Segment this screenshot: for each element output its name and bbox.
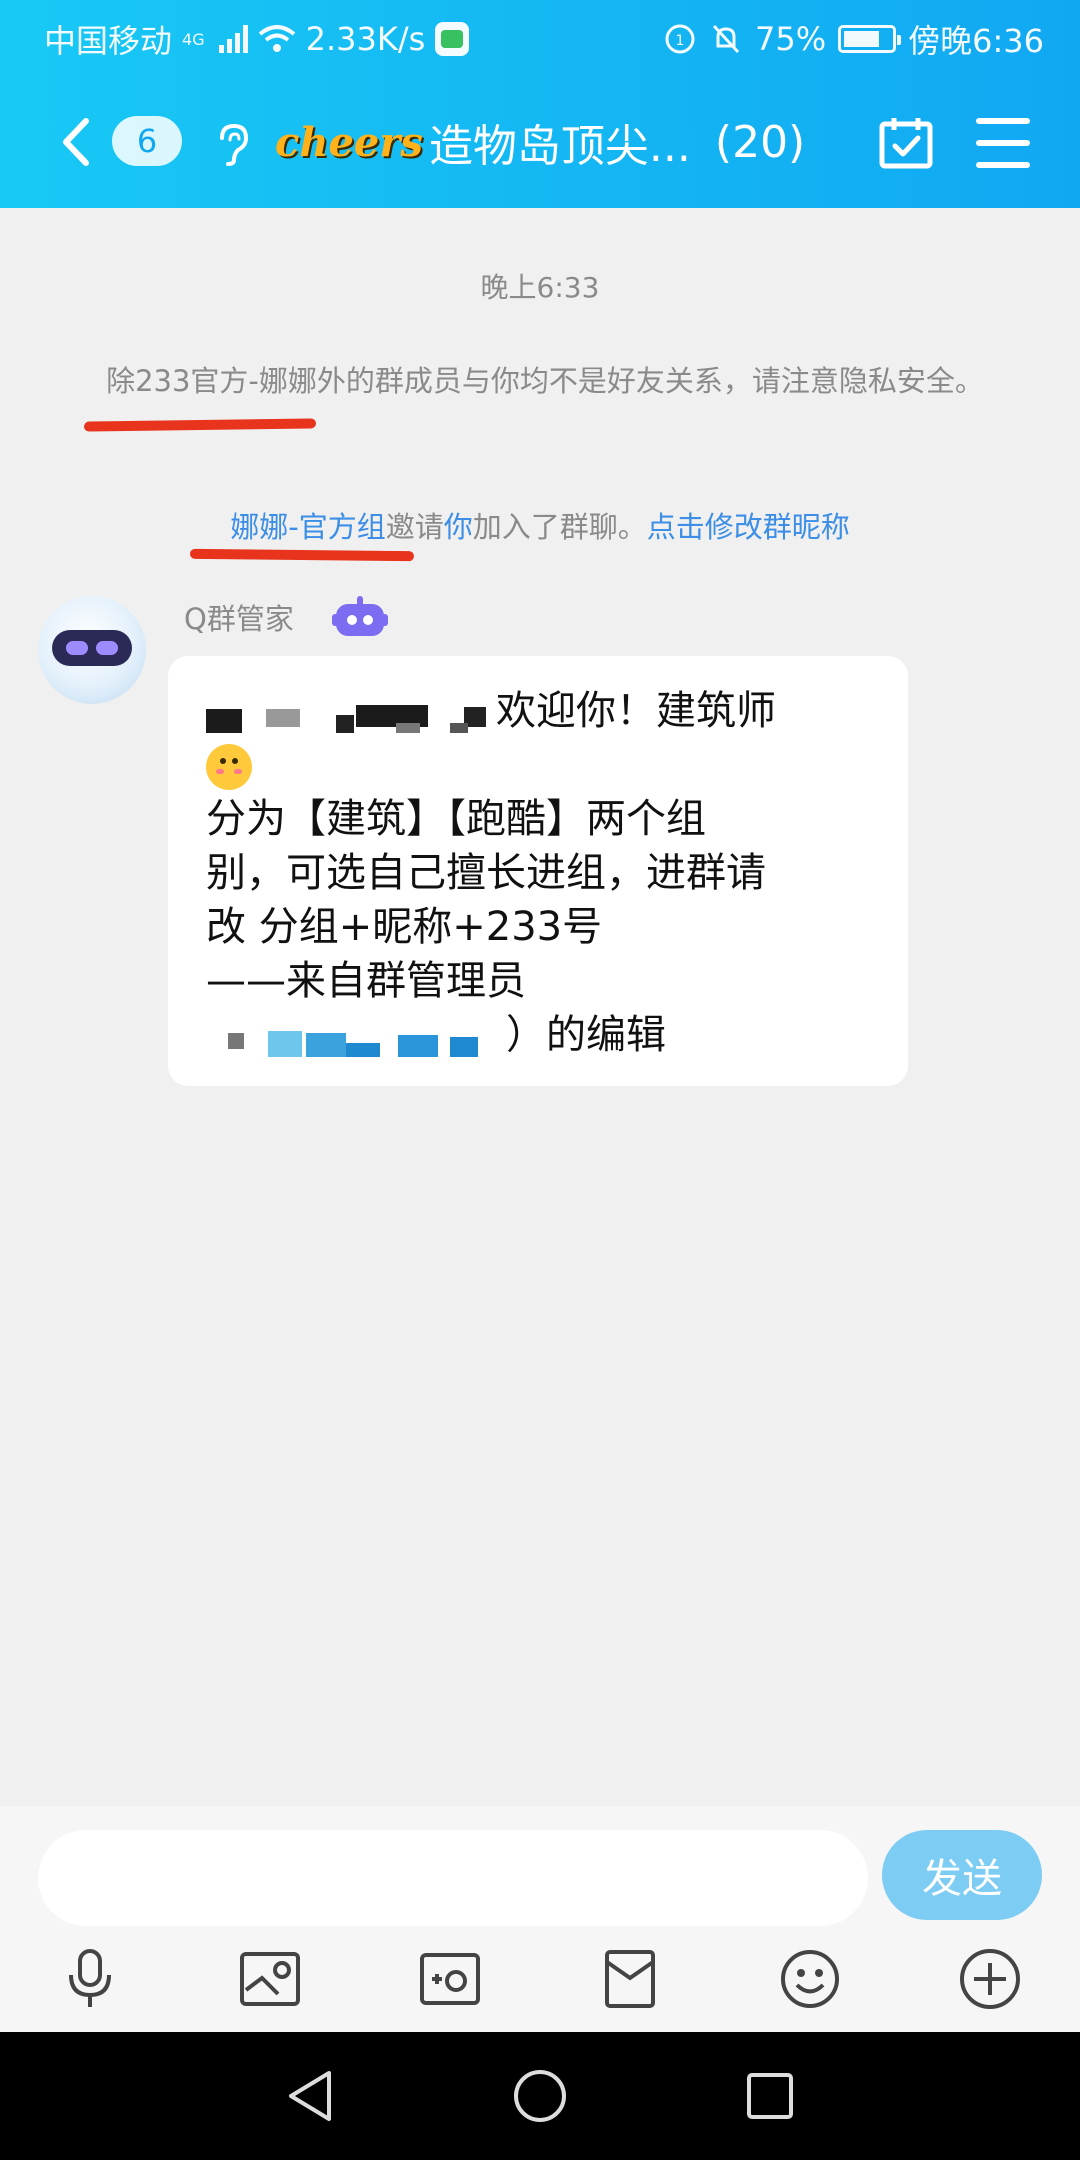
message-text-line4: 改 分组+昵称+233号	[206, 904, 603, 950]
system-nav-bar	[0, 2032, 1080, 2160]
group-title[interactable]: cheers 造物岛顶尖... (20)	[275, 110, 805, 174]
home-circle-icon	[514, 2070, 566, 2122]
status-right: 1 75% 傍晚6:36	[663, 16, 1044, 62]
edit-nickname-link[interactable]: 点击修改群昵称	[647, 510, 850, 544]
mute-bell-icon	[712, 24, 740, 54]
battery-icon	[838, 25, 902, 53]
smiling-face-with-hearts-icon	[206, 744, 252, 790]
pixelated-redaction	[206, 1017, 506, 1057]
message-timestamp: 晚上6:33	[480, 271, 600, 304]
chevron-left-icon	[63, 118, 89, 166]
unread-count-badge[interactable]: 6	[112, 116, 182, 166]
svg-text:1: 1	[676, 33, 685, 49]
red-packet-button[interactable]	[598, 1944, 662, 2014]
inviter-link[interactable]: 娜娜-官方组	[230, 510, 385, 544]
red-packet-icon	[605, 1950, 655, 2008]
plus-icon	[960, 1949, 1020, 2009]
ear-icon[interactable]	[214, 122, 250, 166]
message-text-line6: ）的编辑	[506, 1012, 666, 1058]
group-member-count: (20)	[714, 116, 806, 168]
voice-button[interactable]	[58, 1944, 122, 2014]
message-line	[206, 738, 870, 792]
nav-back-button[interactable]	[280, 2066, 340, 2126]
back-triangle-icon	[289, 2071, 331, 2121]
calendar-check-icon[interactable]	[878, 116, 934, 170]
sender-avatar[interactable]	[38, 596, 146, 704]
nav-home-button[interactable]	[510, 2066, 570, 2126]
back-button[interactable]	[50, 112, 100, 172]
data-saver-icon: 1	[665, 24, 695, 54]
robot-badge-icon	[332, 596, 388, 636]
wifi-icon	[258, 25, 295, 52]
invite-text: 邀请	[385, 510, 444, 544]
message-input[interactable]	[38, 1830, 868, 1926]
composer: 发送	[0, 1806, 1080, 2032]
message-text-line2: 分为【建筑】【跑酷】两个组	[206, 796, 706, 842]
carrier-label: 中国移动	[44, 22, 173, 60]
more-button[interactable]	[958, 1944, 1022, 2014]
title-bar: 6 cheers 造物岛顶尖... (20)	[0, 72, 1080, 208]
robot-face-icon	[52, 630, 132, 666]
message-line: ）的编辑	[206, 1008, 870, 1062]
emoji-icon	[781, 1950, 839, 2008]
sender-name[interactable]: Q群管家	[184, 596, 294, 638]
message-text-line3: 别，可选自己擅长进组，进群请	[206, 850, 766, 896]
battery-percent: 75%	[755, 20, 827, 58]
status-left: 中国移动 4G 2.33K/s	[44, 16, 470, 62]
annotation-underline	[189, 548, 415, 562]
you-link[interactable]: 你	[444, 510, 473, 544]
privacy-notice: 除233官方-娜娜外的群成员与你均不是好友关系，请注意隐私安全。	[106, 364, 984, 398]
emoji-button[interactable]	[778, 1944, 842, 2014]
clock-label: 傍晚6:36	[908, 22, 1044, 60]
annotation-underline	[83, 418, 317, 432]
group-name: 造物岛顶尖...	[428, 121, 691, 172]
signal-icon	[218, 25, 248, 53]
network-speed-label: 2.33K/s	[305, 20, 426, 58]
app-header: 中国移动 4G 2.33K/s 1 75% 傍晚6:36 6 cheers 造物…	[0, 0, 1080, 208]
camera-button[interactable]	[418, 1944, 482, 2014]
invite-notice: 娜娜-官方组邀请你加入了群聊。点击修改群昵称	[0, 504, 1080, 546]
menu-button[interactable]	[976, 118, 1030, 168]
message-bubble[interactable]: 欢迎你！建筑师 分为【建筑】【跑酷】两个组 别，可选自己擅长进组，进群请 改 分…	[168, 656, 908, 1086]
nav-recents-button[interactable]	[740, 2066, 800, 2126]
group-logo: cheers	[275, 118, 423, 166]
recents-square-icon	[747, 2073, 793, 2119]
status-bar: 中国移动 4G 2.33K/s 1 75% 傍晚6:36	[0, 0, 1080, 72]
invite-text-2: 加入了群聊。	[472, 510, 647, 544]
send-button[interactable]: 发送	[882, 1830, 1042, 1920]
message-line: 欢迎你！建筑师	[206, 684, 870, 738]
microphone-icon	[69, 1949, 111, 2007]
composer-toolbar	[0, 1944, 1080, 2024]
network-type-label: 4G	[182, 29, 205, 49]
pixelated-redaction	[206, 693, 496, 733]
battery-fill	[844, 31, 880, 47]
photo-icon	[240, 1952, 300, 2006]
message-text-line5: ——来自群管理员	[206, 958, 526, 1004]
camera-icon	[420, 1953, 480, 2005]
menu-icon	[976, 118, 1030, 124]
message-text-line1: 欢迎你！建筑师	[496, 688, 776, 734]
message-notification-icon	[435, 22, 470, 56]
photo-button[interactable]	[238, 1944, 302, 2014]
